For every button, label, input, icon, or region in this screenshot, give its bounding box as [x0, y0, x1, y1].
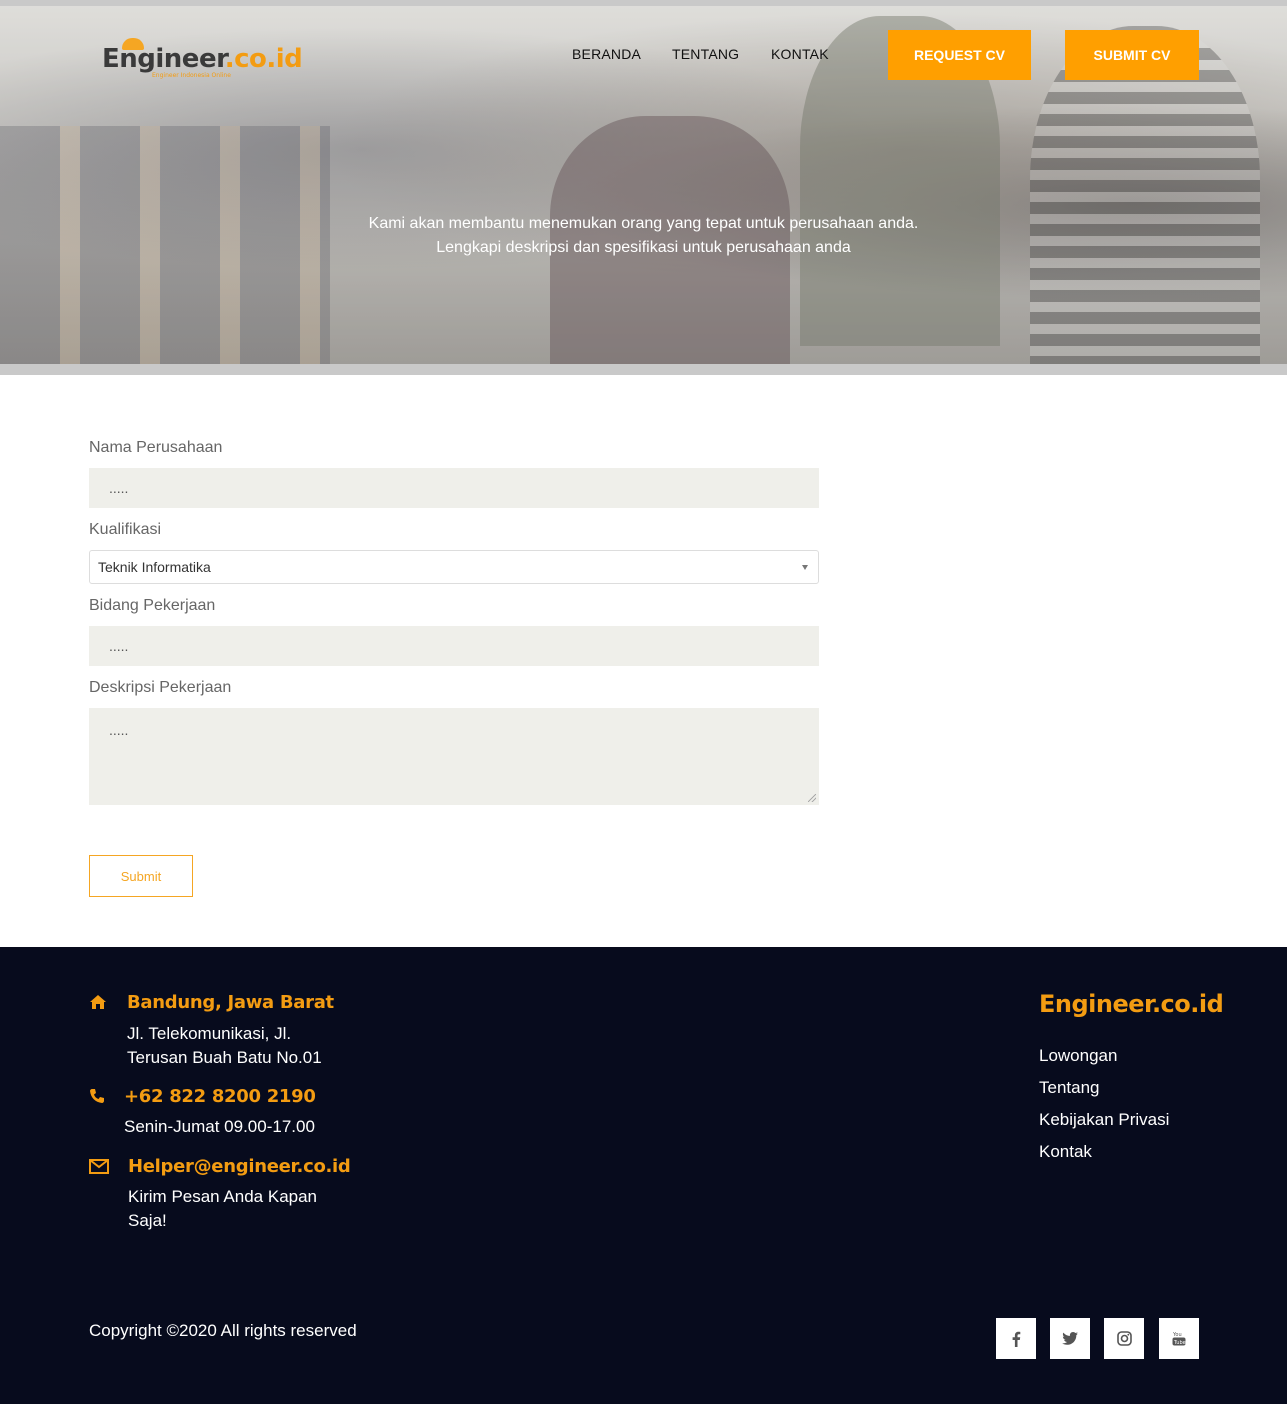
- youtube-icon: You Tube: [1172, 1332, 1186, 1346]
- twitter-icon: [1062, 1332, 1078, 1345]
- qualification-select[interactable]: Teknik Informatika: [89, 550, 819, 584]
- home-icon: [89, 994, 107, 1014]
- facebook-button[interactable]: [996, 1318, 1036, 1359]
- job-field-input[interactable]: .....: [89, 626, 819, 666]
- phone-number[interactable]: +62 822 8200 2190: [124, 1086, 316, 1107]
- address-line2: Terusan Buah Batu No.01: [127, 1048, 322, 1067]
- footer-link-kebijakan-privasi[interactable]: Kebijakan Privasi: [1039, 1110, 1169, 1130]
- qualification-selected-value: Teknik Informatika: [98, 559, 211, 575]
- qualification-label: Kualifikasi: [89, 521, 162, 538]
- hero-banner: Engineer.co.id Engineer Indonesia Online…: [0, 0, 1287, 375]
- facebook-icon: [1012, 1331, 1021, 1347]
- envelope-icon: [89, 1159, 109, 1178]
- hero-description: Kami akan membantu menemukan orang yang …: [368, 215, 919, 256]
- address-line1: Jl. Telekomunikasi, Jl.: [127, 1024, 292, 1043]
- job-description-textarea[interactable]: .....: [89, 708, 819, 805]
- footer-brand: Engineer.co.id: [1039, 990, 1224, 1018]
- email-note-line2: Saja!: [128, 1211, 167, 1230]
- job-description-label: Deskripsi Pekerjaan: [89, 679, 232, 696]
- footer: Bandung, Jawa Barat Jl. Telekomunikasi, …: [0, 947, 1287, 1404]
- svg-text:You: You: [1172, 1332, 1182, 1338]
- resize-grip-icon[interactable]: [808, 794, 816, 802]
- request-cv-button[interactable]: REQUEST CV: [888, 30, 1031, 80]
- job-field-label: Bidang Pekerjaan: [89, 597, 216, 614]
- nav-tentang[interactable]: TENTANG: [672, 46, 739, 62]
- submit-cv-button[interactable]: SUBMIT CV: [1065, 30, 1199, 80]
- email-address[interactable]: Helper@engineer.co.id: [128, 1156, 351, 1177]
- office-hours: Senin-Jumat 09.00-17.00: [124, 1117, 315, 1136]
- dropdown-arrow-icon: [802, 565, 808, 570]
- footer-link-lowongan[interactable]: Lowongan: [1039, 1046, 1117, 1066]
- nav-beranda[interactable]: BERANDA: [572, 46, 641, 62]
- twitter-button[interactable]: [1050, 1318, 1090, 1359]
- youtube-button[interactable]: You Tube: [1159, 1318, 1199, 1359]
- footer-link-kontak[interactable]: Kontak: [1039, 1142, 1092, 1162]
- site-logo[interactable]: Engineer.co.id Engineer Indonesia Online: [100, 38, 303, 82]
- instagram-button[interactable]: [1104, 1318, 1144, 1359]
- submit-button[interactable]: Submit: [89, 855, 193, 897]
- company-name-label: Nama Perusahaan: [89, 439, 223, 456]
- instagram-icon: [1116, 1331, 1132, 1346]
- company-name-input[interactable]: .....: [89, 468, 819, 508]
- address-title: Bandung, Jawa Barat: [127, 992, 334, 1013]
- email-note-line1: Kirim Pesan Anda Kapan: [128, 1187, 318, 1206]
- footer-link-tentang[interactable]: Tentang: [1039, 1078, 1100, 1098]
- svg-text:Tube: Tube: [1173, 1340, 1186, 1346]
- job-description-placeholder: .....: [109, 722, 129, 738]
- copyright-text: Copyright ©2020 All rights reserved: [89, 1321, 357, 1340]
- nav-kontak[interactable]: KONTAK: [771, 46, 829, 62]
- phone-icon: [89, 1088, 105, 1108]
